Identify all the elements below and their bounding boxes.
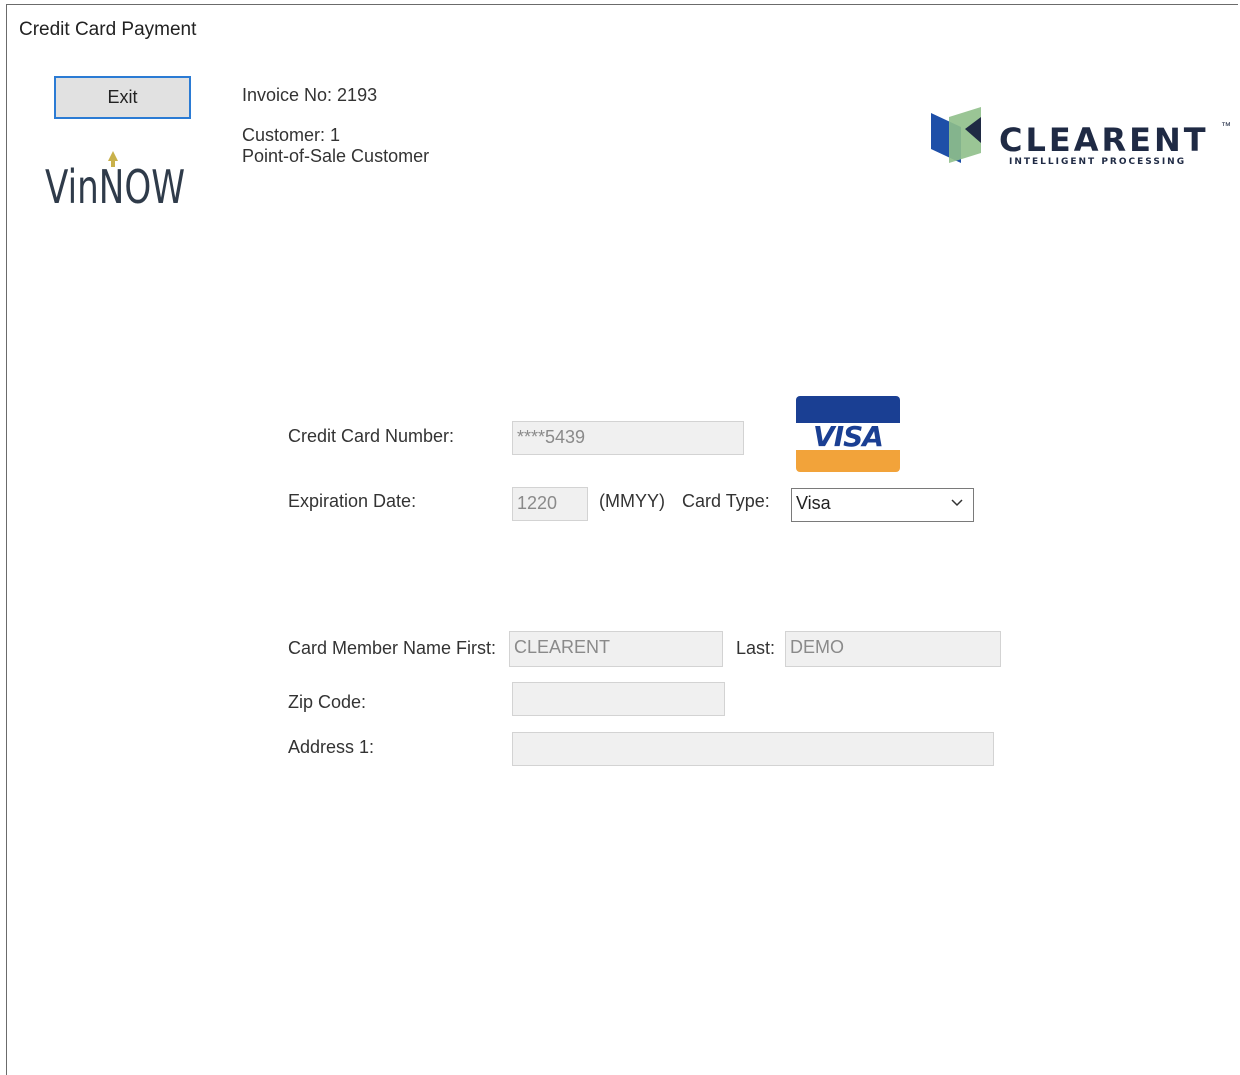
exit-button[interactable]: Exit (54, 76, 191, 119)
clearent-tm: ™ (1221, 121, 1231, 132)
name-last-label: Last: (736, 638, 776, 658)
expiration-date-field[interactable]: 1220 (512, 487, 588, 521)
zip-code-label: Zip Code: (288, 692, 367, 712)
name-last-field[interactable]: DEMO (785, 631, 1001, 667)
card-type-label: Card Type: (682, 491, 770, 511)
card-type-value: Visa (796, 493, 831, 513)
address-1-label: Address 1: (288, 737, 375, 757)
customer-name: Point-of-Sale Customer (242, 146, 430, 166)
card-type-select[interactable]: Visa (791, 488, 974, 522)
name-first-field[interactable]: CLEARENT (509, 631, 723, 667)
expiration-format-hint: (MMYY) (599, 491, 665, 511)
visa-card-icon: VISA (796, 396, 900, 472)
address-1-field[interactable] (512, 732, 994, 766)
name-first-label: Card Member Name First: (288, 638, 497, 658)
window-title: Credit Card Payment (19, 19, 197, 40)
clearent-wordmark: CLEARENT (999, 121, 1209, 159)
svg-text:VinNOW: VinNOW (45, 160, 185, 214)
zip-code-field[interactable] (512, 682, 725, 716)
customer-id: Customer: 1 (242, 125, 341, 145)
clearent-tagline: INTELLIGENT PROCESSING (1009, 157, 1187, 167)
chevron-down-icon (951, 499, 963, 507)
credit-card-payment-window: Credit Card Payment Exit VinNOW Invoice … (6, 4, 1238, 1075)
invoice-number: Invoice No: 2193 (242, 85, 378, 105)
expiration-date-label: Expiration Date: (288, 491, 417, 511)
clearent-logo: CLEARENT ™ INTELLIGENT PROCESSING (925, 103, 1235, 173)
card-number-field[interactable]: ****5439 (512, 421, 744, 455)
visa-logo-text: VISA (796, 420, 900, 453)
card-number-label: Credit Card Number: (288, 426, 455, 446)
vinnow-logo: VinNOW (45, 147, 195, 217)
